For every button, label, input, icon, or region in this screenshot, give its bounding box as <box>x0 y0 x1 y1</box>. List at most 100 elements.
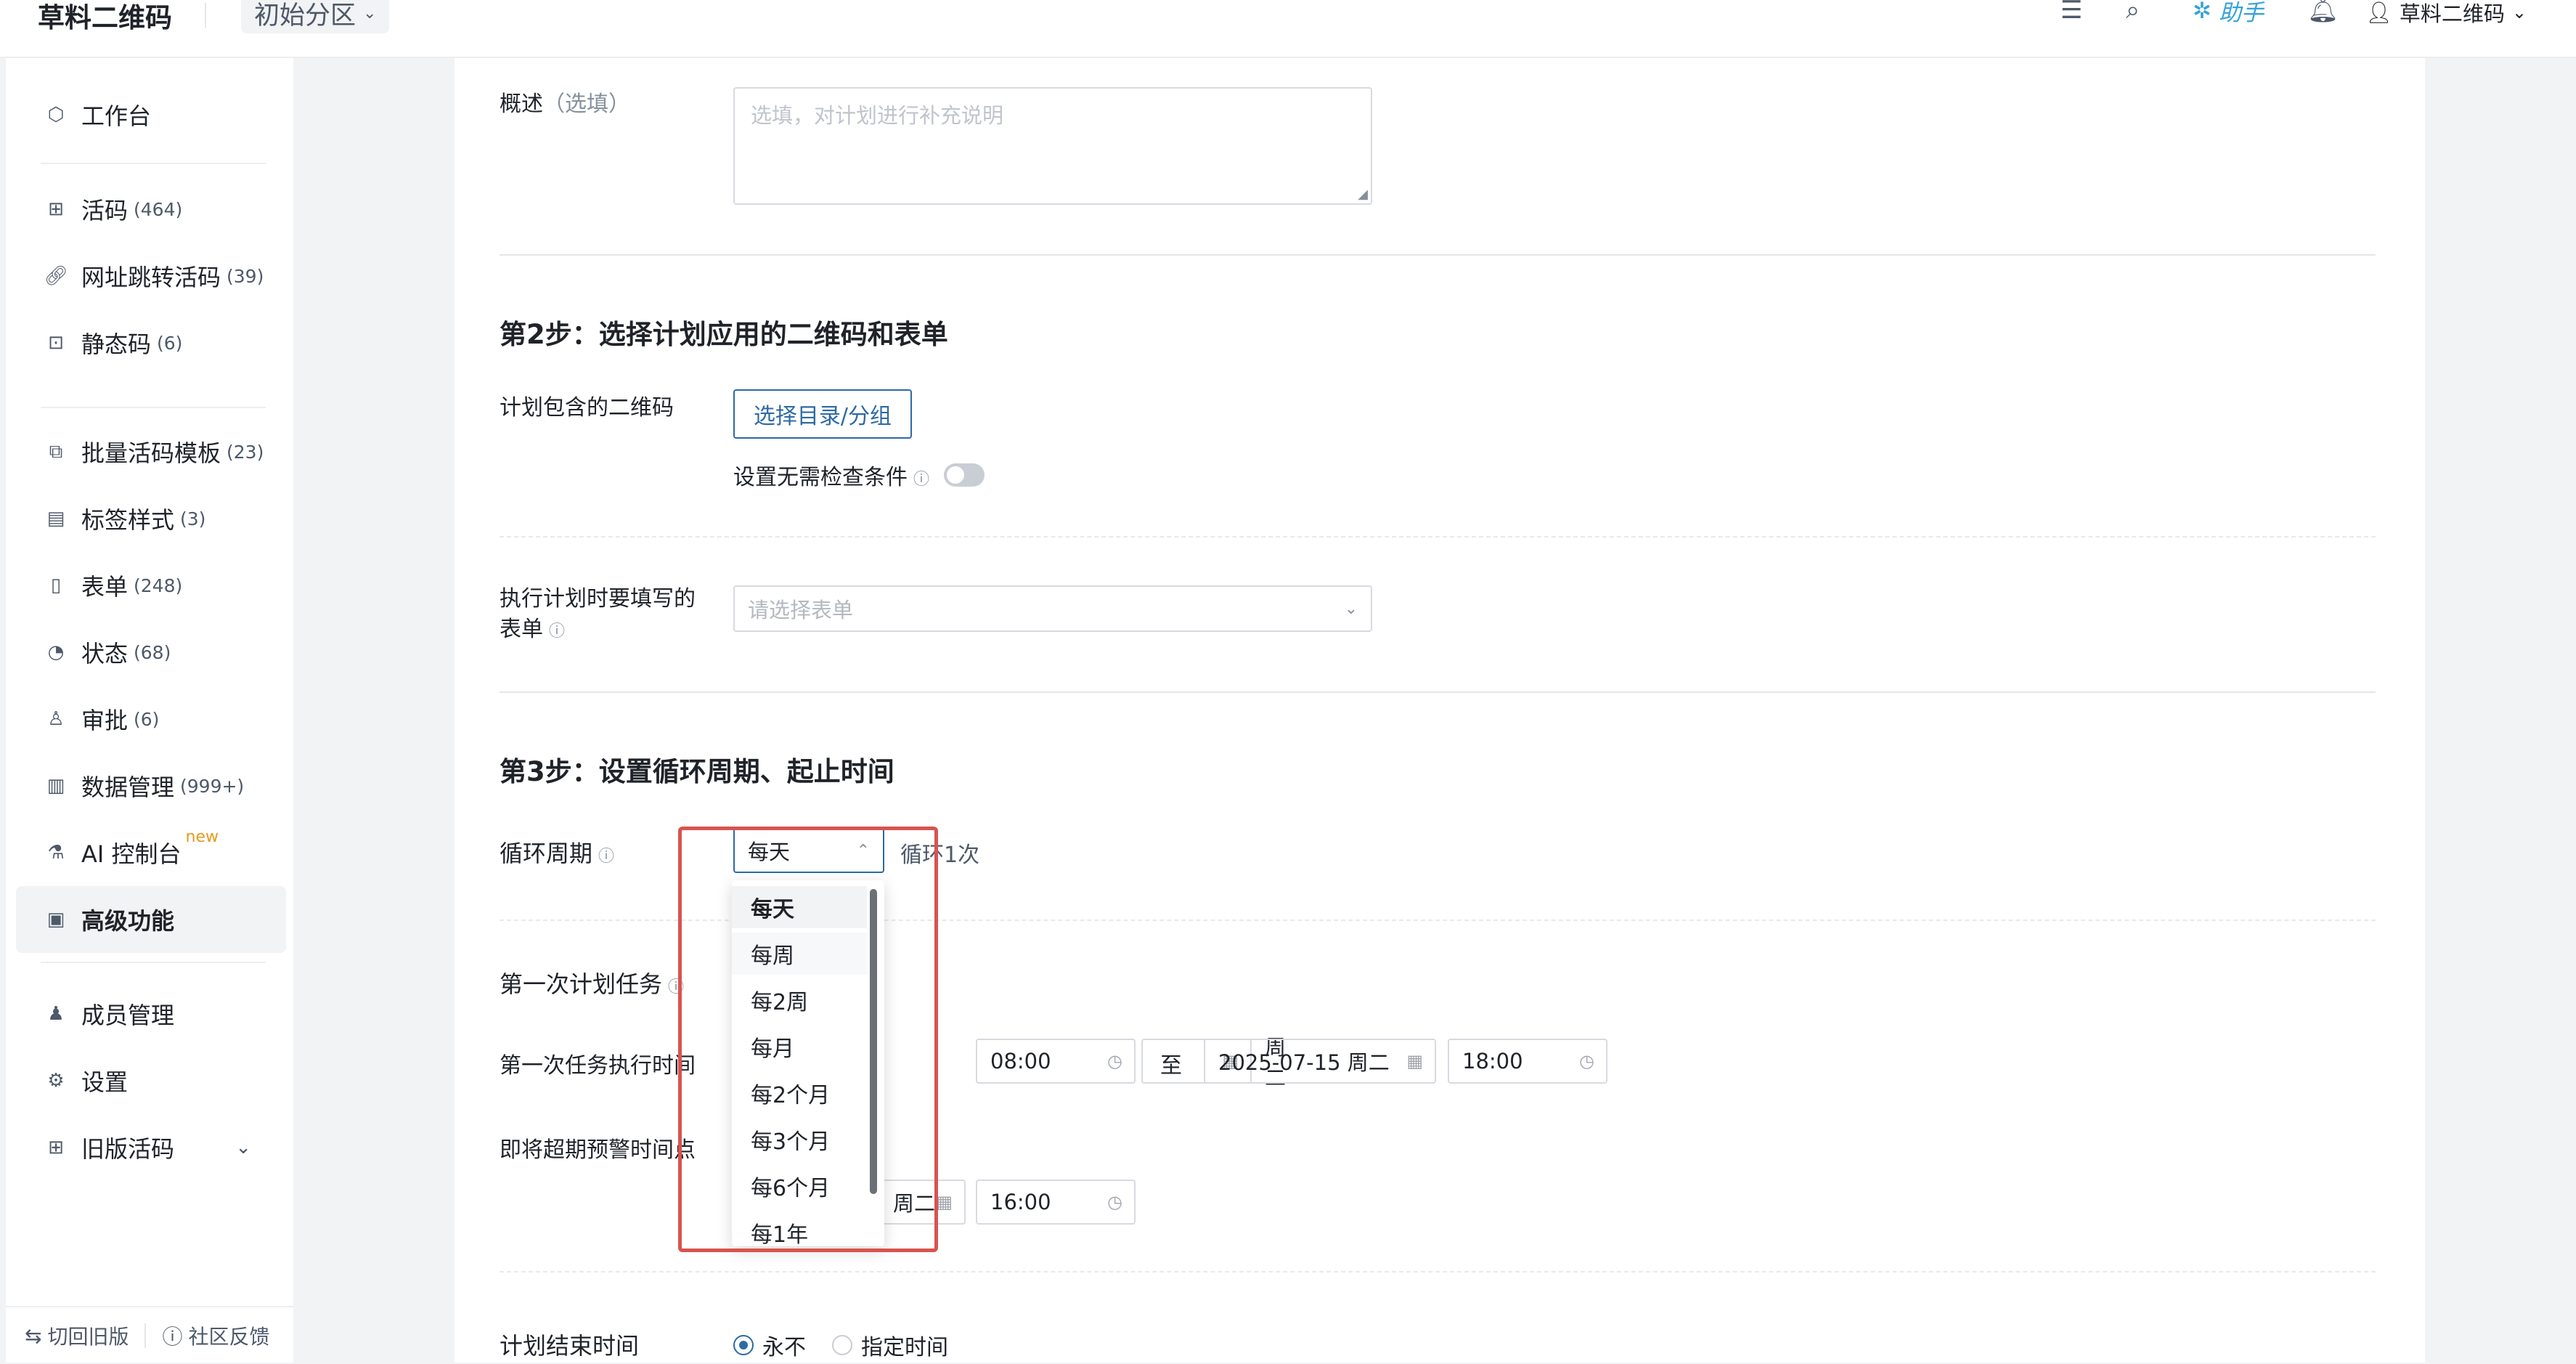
sidebar-item-label: 标签样式 <box>81 506 175 534</box>
sidebar-item-live-code[interactable]: ⊞ 活码 (464) <box>16 176 286 243</box>
user-menu[interactable]: 👤︎ 草料二维码 ⌄ <box>2365 0 2527 28</box>
gear-icon: ⚙ <box>47 1070 65 1092</box>
desc-label: 概述（选填） <box>500 86 630 118</box>
sidebar-item-count: (6) <box>134 708 160 730</box>
question-icon: ⓘ <box>162 1325 183 1349</box>
bell-icon[interactable]: 🔔︎ <box>2307 0 2339 25</box>
calendar-icon: ▦ <box>936 1192 953 1212</box>
sidebar-item-members[interactable]: ♟ 成员管理 <box>16 981 286 1047</box>
dashed-divider <box>500 1271 2376 1272</box>
assistant-label: 助手 <box>2218 0 2264 26</box>
sidebar-item-label: 状态 <box>81 640 129 667</box>
sidebar-item-count: (39) <box>227 265 264 287</box>
sidebar-item-advanced[interactable]: ▣ 高级功能 <box>16 886 286 953</box>
no-check-label-text: 设置无需检查条件 <box>733 465 908 490</box>
sidebar-divider <box>41 163 266 164</box>
sidebar-item-label: AI 控制台 <box>81 840 182 868</box>
sidebar-item-count: (999+) <box>180 775 245 797</box>
sidebar-item-label: 数据管理 <box>81 774 175 801</box>
start-time-picker[interactable]: 08:00 ◷ <box>976 1039 1136 1084</box>
switch-old-version-button[interactable]: ⇆ 切回旧版 <box>25 1321 129 1350</box>
swap-icon: ⇆ <box>25 1323 42 1348</box>
end-specific-label: 指定时间 <box>861 1335 948 1360</box>
clock-icon: ◷ <box>1107 1051 1122 1071</box>
description-placeholder: 选填，对计划进行补充说明 <box>751 103 1004 128</box>
desc-optional: （选填） <box>543 92 630 117</box>
desc-label-text: 概述 <box>500 92 543 117</box>
app-logo[interactable]: 草料二维码 <box>38 0 172 35</box>
user-name: 草料二维码 <box>2399 1 2505 26</box>
space-switcher[interactable]: 初始分区 ⌄ <box>241 0 390 33</box>
search-icon[interactable]: ⌕ <box>2126 0 2140 25</box>
sidebar-item-label: 网址跳转活码 <box>81 264 221 291</box>
batch-icon: ⧉ <box>49 440 63 463</box>
no-check-toggle[interactable] <box>944 463 985 487</box>
warning-time-value: 16:00 <box>990 1190 1051 1214</box>
label-icon: ▤ <box>46 508 65 529</box>
info-icon[interactable]: ⓘ <box>913 471 929 489</box>
start-time-value: 08:00 <box>990 1049 1051 1073</box>
sidebar-item-label: 批量活码模板 <box>81 439 221 467</box>
dashed-divider <box>500 536 2376 537</box>
new-badge: new <box>185 827 219 846</box>
step3-title: 第3步：设置循环周期、起止时间 <box>500 756 894 787</box>
info-icon[interactable]: ⓘ <box>549 622 565 641</box>
sidebar-item-ai-console[interactable]: ⚗ AI 控制台 new <box>16 819 286 886</box>
select-directory-button[interactable]: 选择目录/分组 <box>733 389 912 439</box>
grid-icon: ⊞ <box>48 1137 64 1158</box>
resize-handle-icon[interactable]: ◢ <box>1358 187 1368 202</box>
radio-checked-icon <box>733 1335 754 1355</box>
sidebar-item-batch-template[interactable]: ⧉ 批量活码模板 (23) <box>16 418 286 485</box>
end-specific-radio[interactable]: 指定时间 <box>832 1329 948 1361</box>
first-exec-label: 第一次任务执行时间 <box>500 1053 696 1079</box>
end-time-picker[interactable]: 18:00 ◷ <box>1448 1039 1607 1084</box>
approval-icon: ♙ <box>47 708 65 730</box>
sidebar-item-label-style[interactable]: ▤ 标签样式 (3) <box>16 485 286 552</box>
sidebar-item-label: 审批 <box>81 707 129 734</box>
info-icon[interactable]: ⓘ <box>598 848 614 866</box>
assistant-button[interactable]: ✲ 助手 <box>2193 0 2264 27</box>
sparkle-icon: ✲ <box>2193 0 2212 24</box>
sidebar-item-url-redirect[interactable]: 🔗︎ 网址跳转活码 (39) <box>16 243 286 309</box>
sidebar-item-approval[interactable]: ♙ 审批 (6) <box>16 686 286 752</box>
sidebar-item-count: (68) <box>134 641 171 663</box>
end-never-radio[interactable]: 永不 <box>733 1329 806 1361</box>
sidebar-item-label: 表单 <box>81 573 129 601</box>
user-icon: 👤︎ <box>2365 0 2392 25</box>
first-task-label-text: 第一次计划任务 <box>500 970 663 998</box>
step2-title: 第2步：选择计划应用的二维码和表单 <box>500 319 948 350</box>
sidebar-item-workbench[interactable]: ⬡ 工作台 <box>16 81 286 148</box>
end-date-picker[interactable]: 2025-07-15 周二 ▦ <box>1204 1039 1436 1084</box>
sidebar-item-status[interactable]: ◔ 状态 (68) <box>16 619 286 686</box>
warning-time-picker[interactable]: 16:00 ◷ <box>976 1180 1136 1225</box>
sidebar-item-form[interactable]: ▯ 表单 (248) <box>16 552 286 619</box>
qrcode-icon: ⊞ <box>48 198 64 220</box>
end-never-label: 永不 <box>762 1335 806 1360</box>
description-textarea[interactable]: 选填，对计划进行补充说明 ◢ <box>733 87 1372 205</box>
sidebar-item-count: (6) <box>157 332 183 354</box>
form-select[interactable]: 请选择表单 ⌄ <box>733 585 1372 632</box>
sidebar-footer: ⇆ 切回旧版 ⓘ 社区反馈 <box>6 1306 293 1364</box>
section-divider <box>500 254 2376 256</box>
menu-icon[interactable]: ☰ <box>2061 0 2082 25</box>
sidebar-divider <box>41 407 266 408</box>
switch-old-label: 切回旧版 <box>47 1325 129 1349</box>
warning-label: 即将超期预警时间点 <box>500 1137 696 1163</box>
cycle-label-text: 循环周期 <box>500 840 593 867</box>
form-icon: ▯ <box>50 575 62 596</box>
clock-icon: ◷ <box>1107 1192 1122 1212</box>
sidebar-item-data-management[interactable]: ▥ 数据管理 (999+) <box>16 752 286 819</box>
ai-icon: ⚗ <box>47 842 65 864</box>
feedback-button[interactable]: ⓘ 社区反馈 <box>162 1321 269 1350</box>
feedback-label: 社区反馈 <box>188 1325 270 1349</box>
sidebar-item-settings[interactable]: ⚙ 设置 <box>16 1047 286 1114</box>
form-label-line1: 执行计划时要填写的 <box>500 586 696 612</box>
sidebar-item-count: (23) <box>227 441 264 463</box>
status-icon: ◔ <box>47 641 65 663</box>
cycle-label: 循环周期 ⓘ <box>500 835 614 869</box>
sidebar-item-legacy-code[interactable]: ⊞ 旧版活码 ⌄ <box>16 1114 286 1181</box>
cube-icon: ⬡ <box>47 104 65 126</box>
sidebar-divider <box>41 962 266 963</box>
space-name: 初始分区 <box>254 1 356 31</box>
sidebar-item-static-code[interactable]: ⊡ 静态码 (6) <box>16 309 286 376</box>
